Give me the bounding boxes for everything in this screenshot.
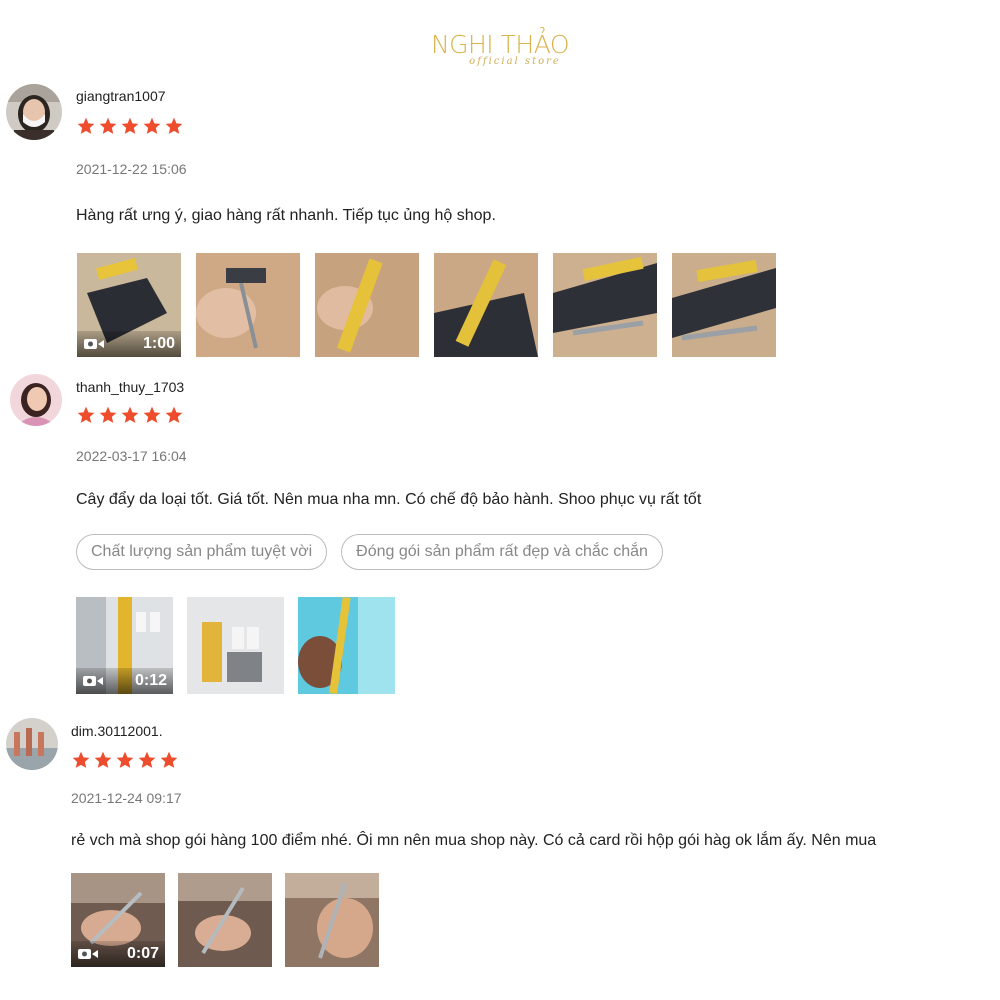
review-tags: Chất lượng sản phẩm tuyệt vời Đóng gói s…: [76, 534, 663, 570]
avatar[interactable]: [10, 374, 62, 426]
review-date: 2021-12-22 15:06: [76, 161, 187, 177]
star-icon: [77, 117, 95, 134]
review-video-thumbnail[interactable]: 0:07: [71, 873, 165, 967]
star-icon: [121, 406, 139, 423]
reviewer-username[interactable]: thanh_thuy_1703: [76, 379, 184, 395]
video-camera-icon: [84, 339, 104, 349]
review-video-thumbnail[interactable]: 1:00: [77, 253, 181, 357]
star-icon: [99, 406, 117, 423]
star-icon: [165, 406, 183, 423]
review-image-thumbnail[interactable]: [187, 597, 284, 694]
star-icon: [138, 751, 156, 768]
avatar[interactable]: [6, 84, 62, 140]
review-text: Cây đẩy da loại tốt. Giá tốt. Nên mua nh…: [76, 491, 702, 508]
review-tag[interactable]: Chất lượng sản phẩm tuyệt vời: [76, 534, 328, 570]
video-duration: 0:12: [134, 672, 167, 689]
rating-stars: [71, 750, 179, 770]
video-duration: 1:00: [142, 335, 175, 352]
store-logo: NGHI THẢO official store: [0, 30, 1000, 67]
review-image-thumbnail[interactable]: [178, 873, 272, 967]
store-tagline: official store: [469, 56, 561, 67]
video-overlay: 0:07: [71, 941, 165, 967]
review-image-thumbnail[interactable]: [434, 253, 538, 357]
review-text: rẻ vch mà shop gói hàng 100 điểm nhé. Ôi…: [71, 832, 877, 849]
rating-stars: [76, 405, 184, 425]
star-icon: [94, 751, 112, 768]
review-image-thumbnail[interactable]: [315, 253, 419, 357]
reviewer-username[interactable]: giangtran1007: [76, 88, 166, 104]
review-image-thumbnail[interactable]: [196, 253, 300, 357]
review-date: 2021-12-24 09:17: [71, 790, 182, 806]
review-image-thumbnail[interactable]: [672, 253, 776, 357]
video-camera-icon: [83, 676, 103, 686]
review-text: Hàng rất ưng ý, giao hàng rất nhanh. Tiế…: [76, 207, 496, 224]
reviewer-username[interactable]: dim.30112001.: [71, 723, 163, 739]
video-camera-icon: [78, 949, 98, 959]
review-image-thumbnail[interactable]: [298, 597, 395, 694]
video-overlay: 0:12: [76, 668, 173, 694]
rating-stars: [76, 116, 184, 136]
review-media: 1:00: [77, 253, 776, 357]
star-icon: [99, 117, 117, 134]
video-overlay: 1:00: [77, 331, 181, 357]
star-icon: [143, 117, 161, 134]
review-tag[interactable]: Đóng gói sản phẩm rất đẹp và chắc chắn: [341, 534, 663, 570]
star-icon: [77, 406, 95, 423]
review-media: 0:07: [71, 873, 379, 967]
star-icon: [160, 751, 178, 768]
avatar[interactable]: [6, 718, 58, 770]
review-image-thumbnail[interactable]: [553, 253, 657, 357]
star-icon: [143, 406, 161, 423]
review-video-thumbnail[interactable]: 0:12: [76, 597, 173, 694]
video-duration: 0:07: [126, 945, 159, 962]
star-icon: [116, 751, 134, 768]
star-icon: [121, 117, 139, 134]
review-date: 2022-03-17 16:04: [76, 448, 187, 464]
review-media: 0:12: [76, 597, 395, 694]
star-icon: [72, 751, 90, 768]
star-icon: [165, 117, 183, 134]
review-image-thumbnail[interactable]: [285, 873, 379, 967]
